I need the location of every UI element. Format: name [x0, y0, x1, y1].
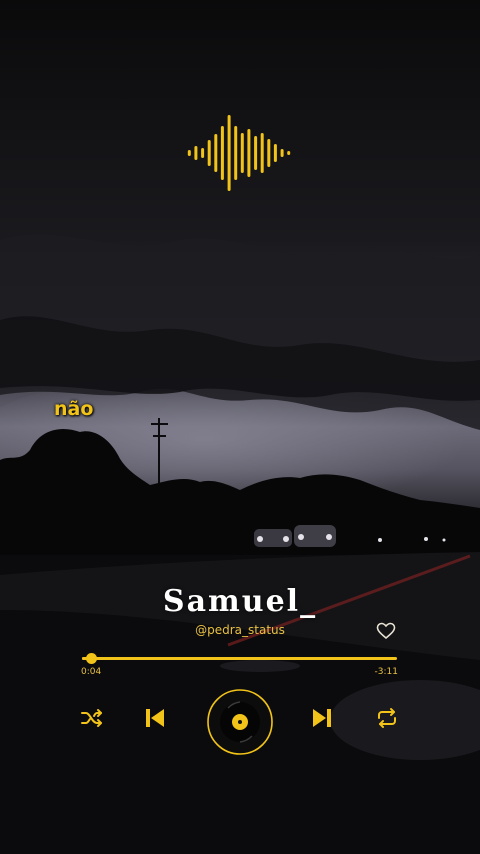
- shuffle-icon[interactable]: [80, 708, 104, 728]
- artist-handle: @pedra_status: [195, 623, 285, 637]
- play-button[interactable]: [206, 688, 274, 756]
- remaining-time: -3:11: [374, 667, 398, 677]
- music-player: Samuel_ @pedra_status 0:04 -3:11: [0, 0, 480, 854]
- skip-next-icon[interactable]: [310, 706, 334, 730]
- skip-previous-icon[interactable]: [143, 706, 167, 730]
- repeat-icon[interactable]: [375, 707, 399, 729]
- track-title: Samuel_: [162, 584, 318, 619]
- progress-track[interactable]: [82, 657, 397, 660]
- progress-thumb[interactable]: [86, 653, 98, 664]
- heart-icon[interactable]: [376, 622, 396, 640]
- vinyl-disc-icon: [220, 701, 260, 743]
- elapsed-time: 0:04: [81, 667, 102, 677]
